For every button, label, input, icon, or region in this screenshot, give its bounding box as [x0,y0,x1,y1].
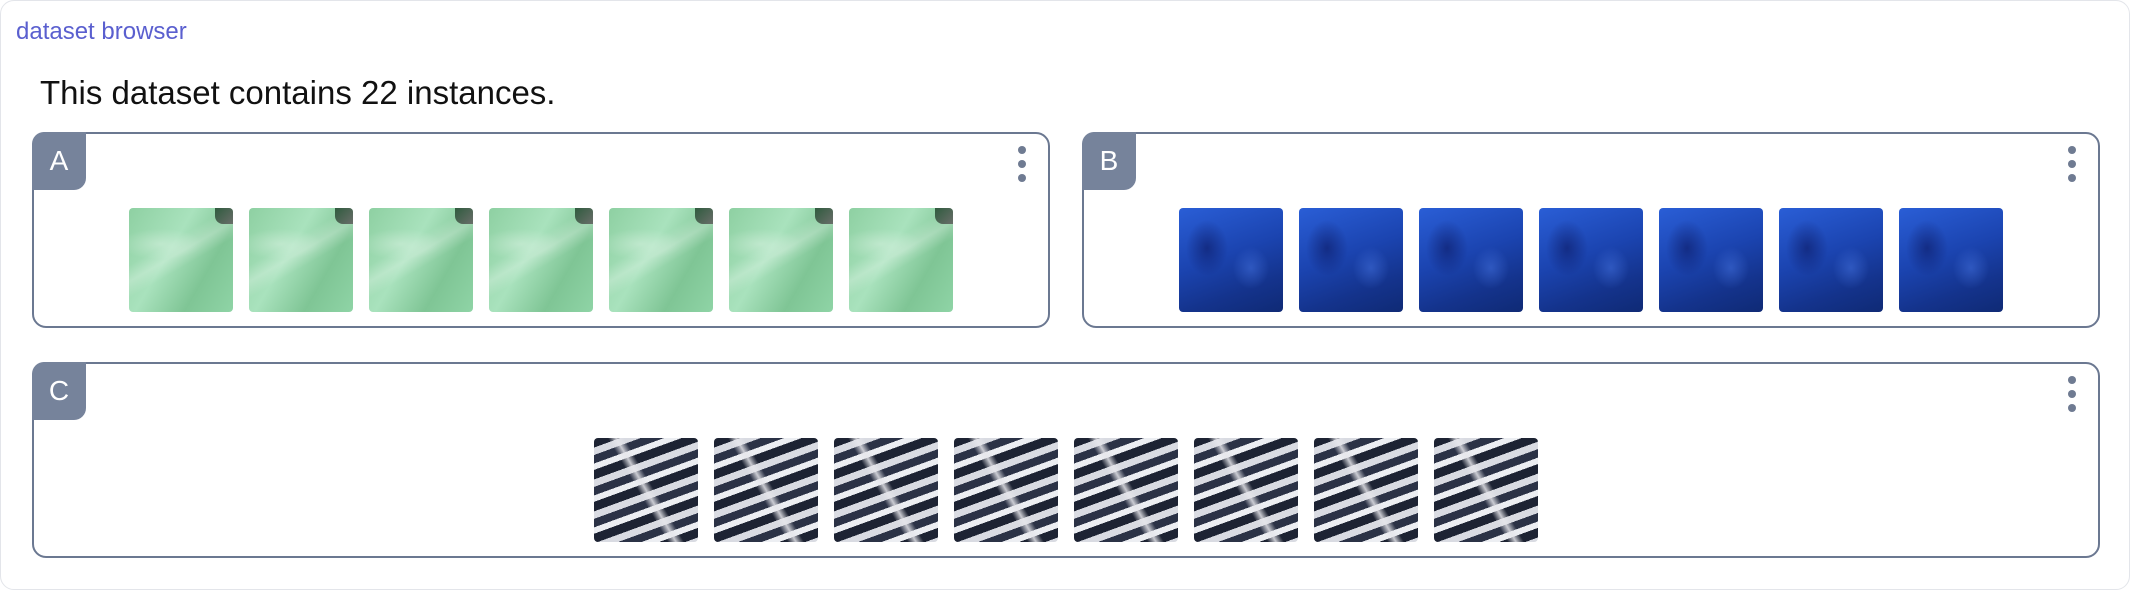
instance-thumbnail[interactable] [729,208,833,312]
thumbnail-strip [34,208,1048,312]
instance-thumbnail[interactable] [1314,438,1418,542]
menu-dot [2068,174,2076,182]
instance-thumbnail[interactable] [594,438,698,542]
instance-thumbnail[interactable] [834,438,938,542]
instance-thumbnail[interactable] [1074,438,1178,542]
group-label: A [32,132,86,190]
instance-thumbnail[interactable] [129,208,233,312]
menu-dot [2068,160,2076,168]
instance-thumbnail[interactable] [954,438,1058,542]
menu-dot [1018,160,1026,168]
instance-thumbnail[interactable] [1539,208,1643,312]
group-label: B [1082,132,1136,190]
menu-dot [2068,404,2076,412]
dataset-summary: This dataset contains 22 instances. [40,74,556,111]
instance-thumbnail[interactable] [609,208,713,312]
group-card-a: A [32,132,1050,328]
group-menu-icon[interactable] [1010,144,1034,184]
thumbnail-strip [1084,208,2098,312]
instance-thumbnail[interactable] [249,208,353,312]
instance-thumbnail[interactable] [1434,438,1538,542]
group-card-b: B [1082,132,2100,328]
instance-thumbnail[interactable] [1419,208,1523,312]
group-label: C [32,362,86,420]
menu-dot [1018,174,1026,182]
menu-dot [2068,146,2076,154]
thumbnail-strip [34,438,2098,542]
menu-dot [2068,390,2076,398]
group-menu-icon[interactable] [2060,144,2084,184]
instance-thumbnail[interactable] [369,208,473,312]
instance-thumbnail[interactable] [1299,208,1403,312]
instance-thumbnail[interactable] [1899,208,2003,312]
group-menu-icon[interactable] [2060,374,2084,414]
group-card-c: C [32,362,2100,558]
instance-thumbnail[interactable] [849,208,953,312]
instance-thumbnail[interactable] [1194,438,1298,542]
instance-thumbnail[interactable] [714,438,818,542]
instance-thumbnail[interactable] [489,208,593,312]
instance-thumbnail[interactable] [1779,208,1883,312]
instance-thumbnail[interactable] [1179,208,1283,312]
menu-dot [1018,146,1026,154]
breadcrumb-dataset-browser[interactable]: dataset browser [16,18,187,46]
menu-dot [2068,376,2076,384]
instance-thumbnail[interactable] [1659,208,1763,312]
